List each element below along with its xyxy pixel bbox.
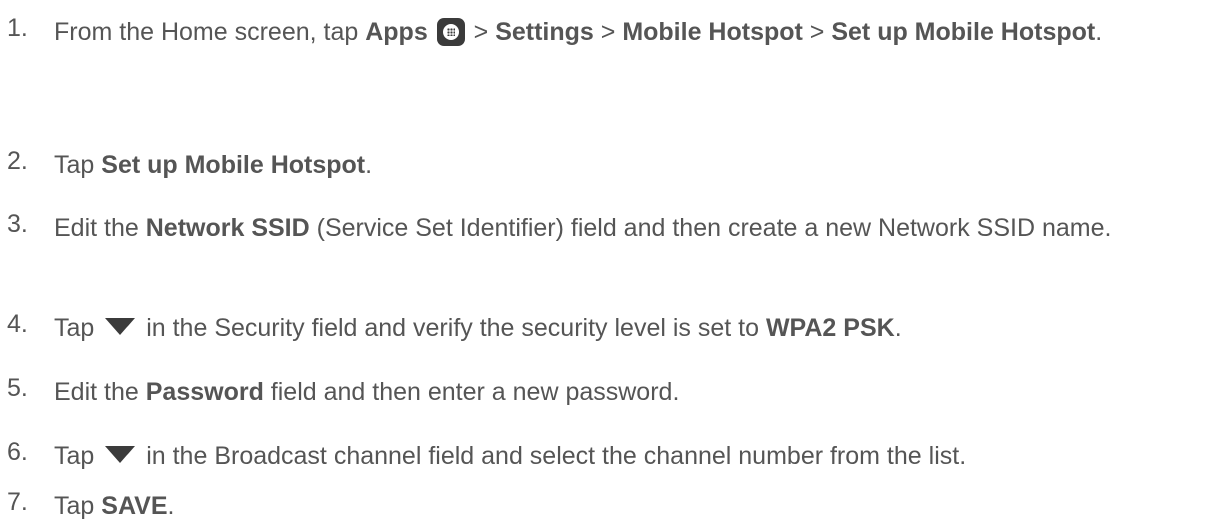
step-number: 5. (7, 374, 28, 402)
step-text: Edit the Network SSID (Service Set Ident… (54, 214, 1112, 242)
dropdown-triangle-icon (105, 318, 136, 335)
step-text: Tap SAVE. (54, 492, 175, 520)
step-text: Edit the Password field and then enter a… (54, 378, 680, 406)
step-text: Tap in the Broadcast channel field and s… (54, 442, 967, 470)
step-number: 3. (7, 210, 28, 238)
step-number: 7. (7, 488, 28, 516)
apps-icon (436, 18, 465, 46)
step-text: Tap Set up Mobile Hotspot. (54, 151, 373, 179)
step-text: Tap in the Security field and verify the… (54, 314, 902, 342)
step-number: 1. (7, 14, 28, 42)
step-text: From the Home screen, tap Apps > Setting… (54, 18, 1103, 46)
step-number: 6. (7, 438, 28, 466)
dropdown-triangle-icon (105, 446, 136, 463)
step-number: 4. (7, 310, 28, 338)
step-number: 2. (7, 147, 28, 175)
apps-label: Apps (365, 18, 428, 46)
